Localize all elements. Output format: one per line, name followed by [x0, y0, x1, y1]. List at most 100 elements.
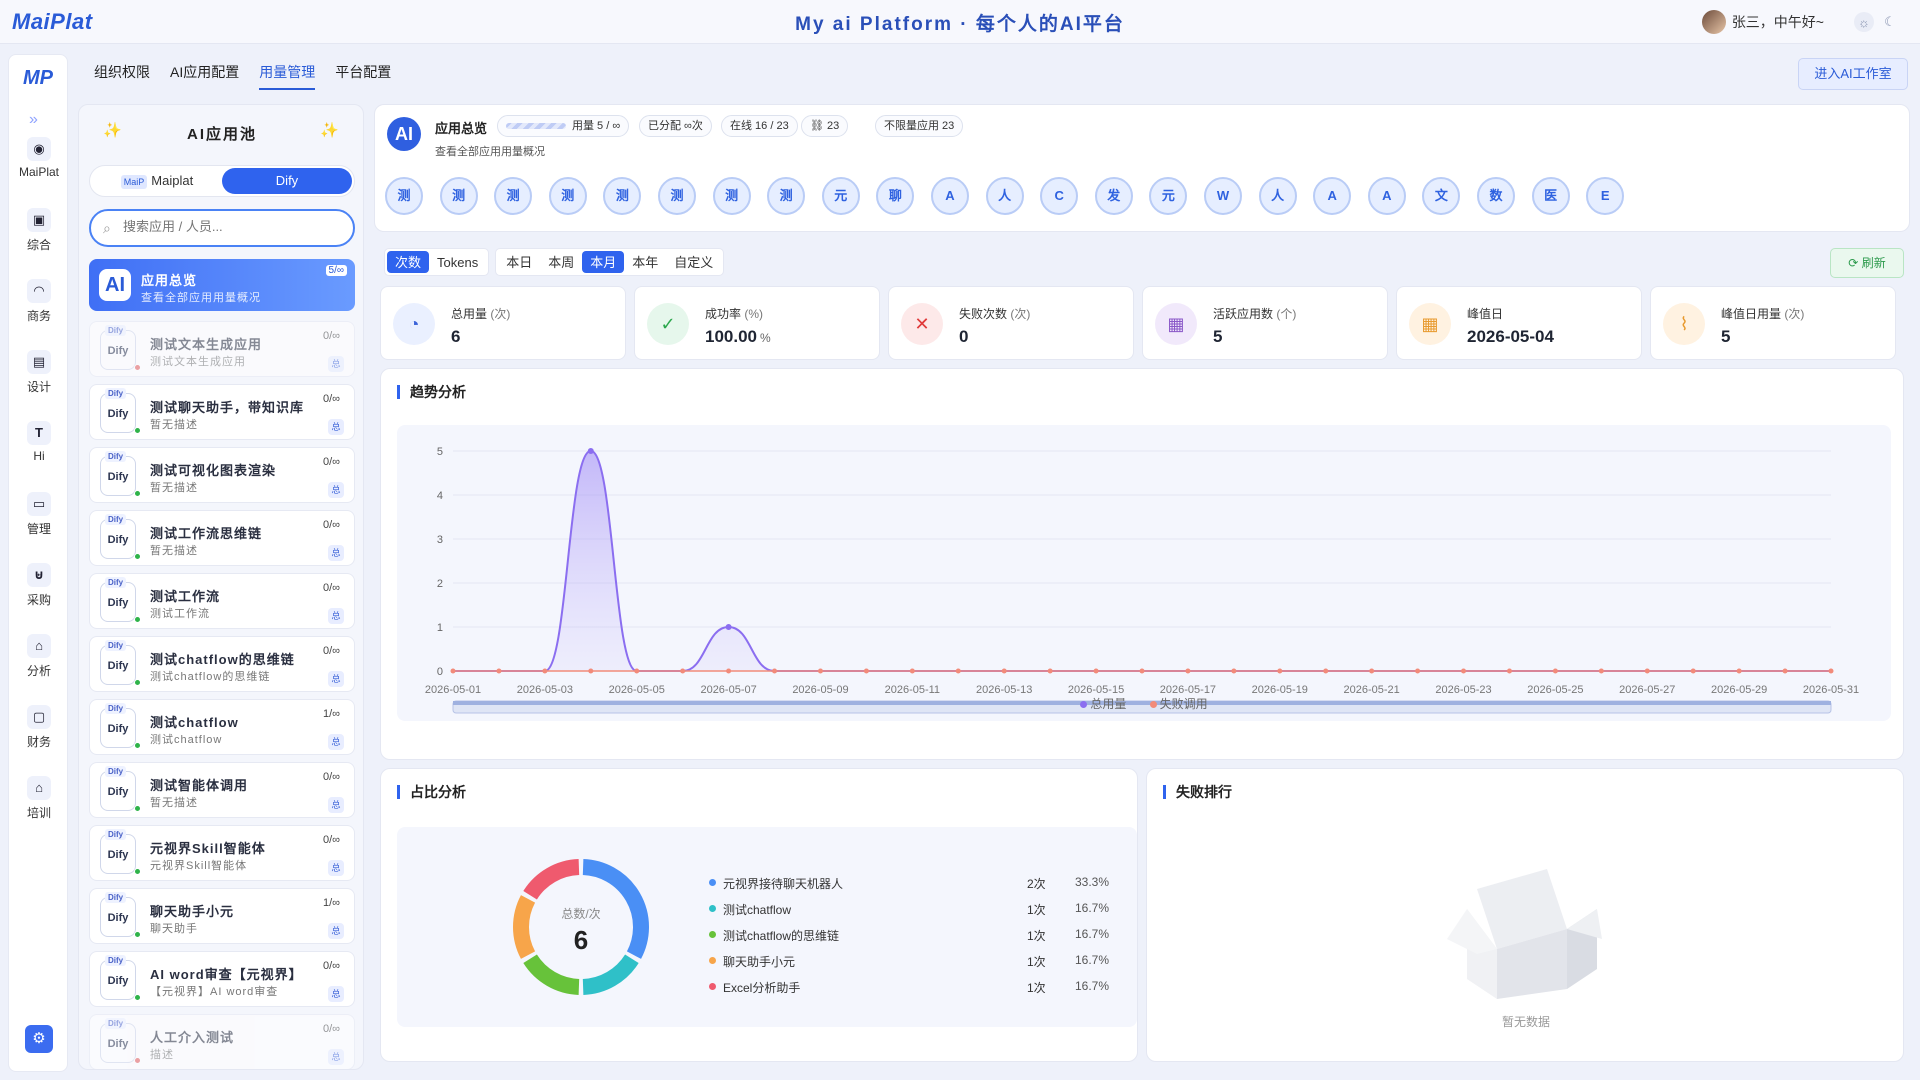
assign-icon[interactable]: 总 [328, 923, 344, 939]
app-avatar-circle[interactable]: 人 [1258, 177, 1297, 215]
app-avatar-circle[interactable]: 测 [439, 177, 478, 215]
app-avatar-circle[interactable]: 聊 [876, 177, 915, 215]
app-avatar-circle[interactable]: 测 [712, 177, 751, 215]
app-avatar-circle[interactable]: 发 [1094, 177, 1133, 215]
app-list-item[interactable]: Dify Dify 元视界Skill智能体 元视界Skill智能体 0/∞ 总 [89, 825, 355, 881]
nav-item-1[interactable]: ▣ 综合 [9, 208, 69, 253]
app-avatar-circle[interactable]: 测 [767, 177, 806, 215]
app-avatar-circle[interactable]: 测 [548, 177, 587, 215]
app-avatar-circle[interactable]: 测 [603, 177, 642, 215]
app-usage: 0/∞ [322, 456, 340, 468]
legend-total[interactable]: 总用量 [1080, 697, 1126, 711]
app-avatar-circle[interactable]: W [1204, 177, 1242, 215]
app-list-item[interactable]: Dify Dify 测试聊天助手，带知识库 暂无描述 0/∞ 总 [89, 384, 355, 440]
data-point-failed [1782, 668, 1788, 674]
nav-item-8[interactable]: ▢ 财务 [9, 705, 69, 750]
app-list-item[interactable]: Dify Dify 测试智能体调用 暂无描述 0/∞ 总 [89, 762, 355, 818]
assign-icon[interactable]: 总 [328, 608, 344, 624]
app-avatar-circle[interactable]: A [1313, 177, 1352, 215]
avatar[interactable] [1701, 10, 1726, 34]
range-option[interactable]: 本月 [582, 251, 625, 273]
source-maiplat-option[interactable]: MaiP Maiplat [92, 168, 222, 194]
app-avatar-circle[interactable]: 人 [985, 177, 1024, 215]
donut-slice[interactable] [523, 954, 580, 995]
metric-option[interactable]: Tokens [429, 251, 486, 273]
app-search-input[interactable] [123, 219, 343, 234]
app-avatar-circle[interactable]: A [1367, 177, 1406, 215]
metric-option[interactable]: 次数 [387, 251, 430, 273]
app-avatar-circle[interactable]: E [1586, 177, 1625, 215]
nav-item-5[interactable]: ▭ 管理 [9, 492, 69, 537]
stat-value: 0 [959, 327, 968, 347]
app-avatar-circle[interactable]: 测 [385, 177, 423, 215]
nav-item-3[interactable]: ▤ 设计 [9, 350, 69, 395]
nav-item-9[interactable]: ⌂ 培训 [9, 776, 69, 821]
range-option[interactable]: 本周 [540, 251, 582, 273]
source-dify-option[interactable]: Dify [222, 168, 352, 194]
app-avatar-circle[interactable]: 测 [494, 177, 533, 215]
assign-icon[interactable]: 总 [328, 545, 344, 561]
settings-gear-icon[interactable]: ⚙ [25, 1025, 53, 1053]
app-list-item[interactable]: Dify Dify 测试工作流 测试工作流 0/∞ 总 [89, 573, 355, 629]
assign-icon[interactable]: 总 [328, 860, 344, 876]
app-avatar-circle[interactable]: 元 [1149, 177, 1188, 215]
tab-3[interactable]: 平台配置 [335, 62, 391, 90]
tab-1[interactable]: AI应用配置 [170, 62, 239, 90]
app-list-item[interactable]: Dify Dify 测试工作流思维链 暂无描述 0/∞ 总 [89, 510, 355, 566]
app-avatar-circle[interactable]: 测 [658, 177, 696, 215]
app-list-item[interactable]: Dify Dify 聊天助手小元 聊天助手 1/∞ 总 [89, 888, 355, 944]
assign-icon[interactable]: 总 [328, 356, 344, 372]
donut-slice[interactable] [513, 895, 536, 959]
sun-icon[interactable]: ☼ [1854, 12, 1874, 32]
assign-icon[interactable]: 总 [328, 419, 344, 435]
pie-legend-count: 1次 [1027, 955, 1046, 969]
app-list-item[interactable]: Dify Dify 测试可视化图表渲染 暂无描述 0/∞ 总 [89, 447, 355, 503]
app-list-item[interactable]: Dify Dify 人工介入测试 描述 0/∞ 总 [89, 1014, 355, 1069]
tab-2[interactable]: 用量管理 [259, 62, 316, 90]
donut-slice[interactable] [582, 954, 639, 995]
moon-icon[interactable]: ☾ [1880, 12, 1900, 32]
status-dot [134, 868, 141, 875]
app-desc: 测试文本生成应用 [150, 356, 246, 368]
share-chart-area: 总数/次 6 元视界接待聊天机器人 2次 33.3% 测试chatflow 1次 16.7… [397, 827, 1137, 1027]
pill-text: 在线 16 / 23 [730, 120, 789, 132]
range-option[interactable]: 本日 [498, 251, 540, 273]
nav-logo[interactable]: MP [23, 67, 53, 90]
legend-failed[interactable]: 失败调用 [1149, 697, 1208, 711]
user-menu[interactable]: 张三，中午好~ [1701, 10, 1824, 34]
nav-item-0[interactable]: ◉ MaiPlat [9, 137, 69, 179]
assign-icon[interactable]: 总 [328, 734, 344, 750]
assign-icon[interactable]: 总 [328, 482, 344, 498]
overview-pill: 在线 16 / 23 [721, 115, 798, 137]
app-avatar-circle[interactable]: C [1040, 177, 1079, 215]
app-name: AI word审查【元视界】 [150, 967, 303, 982]
assign-icon[interactable]: 总 [328, 986, 344, 1002]
nav-item-4[interactable]: T Hi [9, 421, 69, 463]
donut-slice[interactable] [523, 859, 580, 900]
app-avatar-circle[interactable]: 数 [1477, 177, 1515, 215]
range-option[interactable]: 自定义 [666, 251, 721, 273]
enter-ai-studio-button[interactable]: 进入AI工作室 [1798, 58, 1908, 90]
app-overview-card[interactable]: AI 应用总览 查看全部应用用量概况 5/∞ [89, 259, 355, 311]
app-avatar-circle[interactable]: 文 [1422, 177, 1461, 215]
assign-icon[interactable]: 总 [328, 671, 344, 687]
dify-tag: Dify [105, 955, 127, 966]
app-list-item[interactable]: Dify Dify 测试chatflow的思维链 测试chatflow的思维链 0/∞ 总 [89, 636, 355, 692]
nav-item-2[interactable]: ◠ 商务 [9, 279, 69, 324]
app-avatar-circle[interactable]: A [931, 177, 969, 215]
refresh-button[interactable]: ⟳ 刷新 [1830, 248, 1904, 278]
assign-icon[interactable]: 总 [328, 1049, 344, 1065]
data-point-failed [1506, 668, 1512, 674]
app-avatar-circle[interactable]: 医 [1531, 177, 1570, 215]
app-list-item[interactable]: Dify Dify 测试文本生成应用 测试文本生成应用 0/∞ 总 [89, 321, 355, 377]
app-avatar-circle[interactable]: 元 [821, 177, 860, 215]
nav-item-7[interactable]: ⌂ 分析 [9, 634, 69, 679]
expand-icon[interactable]: » [29, 111, 38, 129]
app-list-item[interactable]: Dify Dify AI word审查【元视界】 【元视界】AI word审查 0/∞ 总 [89, 951, 355, 1007]
app-list-item[interactable]: Dify Dify 测试chatflow 测试chatflow 1/∞ 总 [89, 699, 355, 755]
nav-item-6[interactable]: ⊌ 采购 [9, 563, 69, 608]
range-option[interactable]: 本年 [624, 251, 666, 273]
app-logo[interactable]: MaiPlat [12, 9, 93, 35]
tab-0[interactable]: 组织权限 [94, 62, 150, 90]
assign-icon[interactable]: 总 [328, 797, 344, 813]
